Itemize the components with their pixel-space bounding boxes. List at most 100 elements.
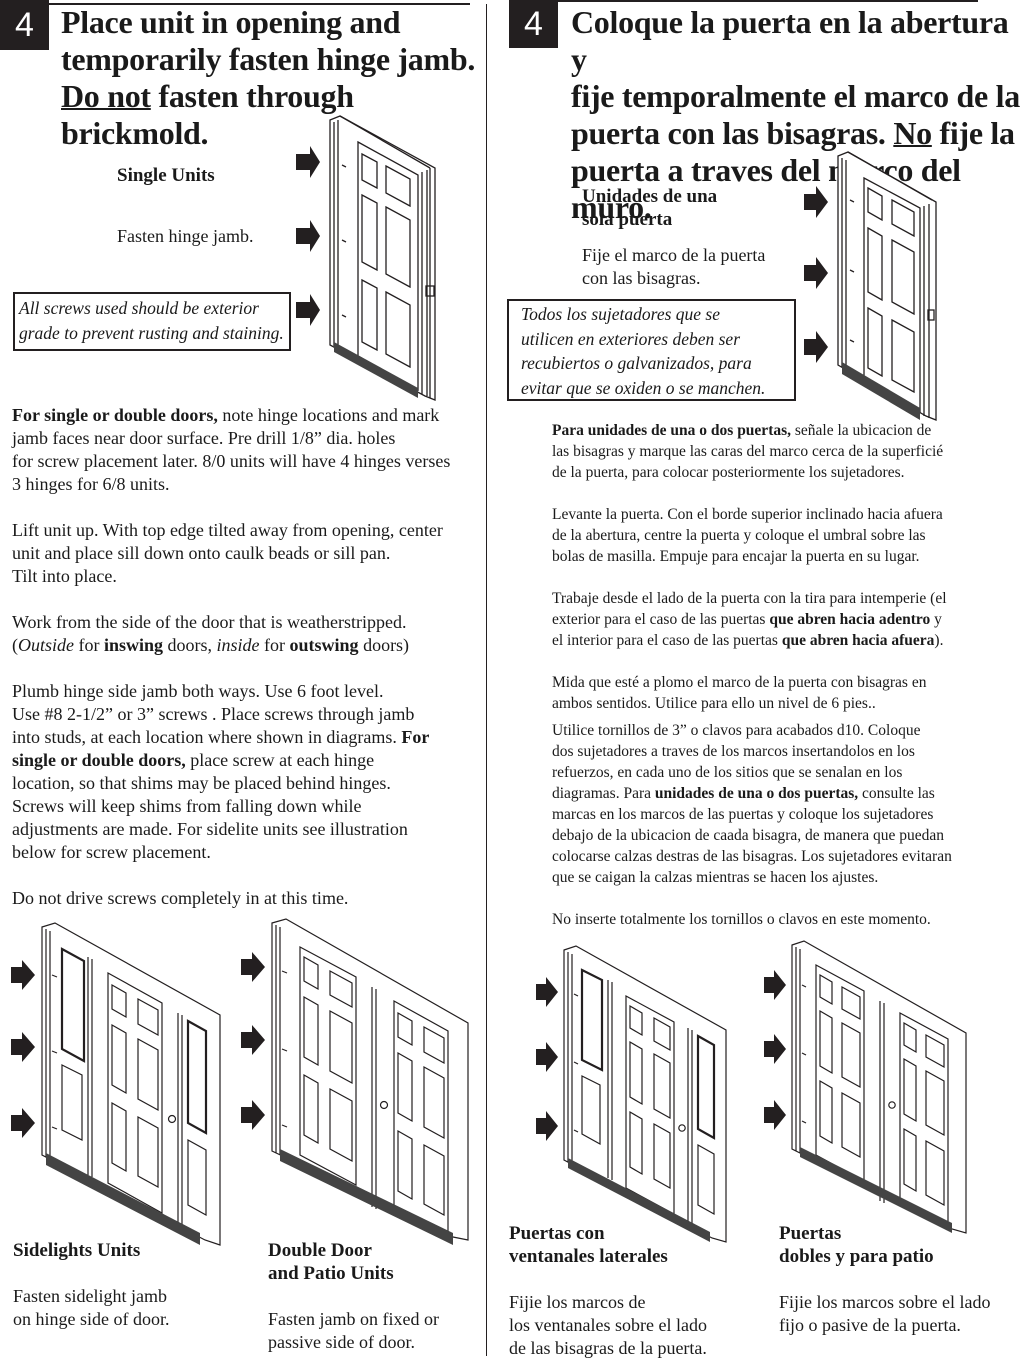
double-door-frame (271, 918, 469, 1242)
sidelights-instruction: Fasten sidelight jamb on hinge side of d… (13, 1285, 169, 1331)
paragraph-hinge-locations: Para unidades de una o dos puertas, seña… (552, 420, 992, 483)
single-door-illustration (296, 115, 436, 401)
paragraph-lift-unit: Levante la puerta. Con el borde superior… (552, 504, 992, 567)
text-line: de las bisagras de la puerta. (509, 1338, 707, 1358)
double-door-instruction: Fijie los marcos sobre el lado fijo o pa… (779, 1291, 990, 1337)
text: place screw at each hinge (185, 750, 375, 770)
text-line: for screw placement later. 8/0 units wil… (12, 451, 451, 471)
bold-phrase: que abren hacia adentro (769, 611, 931, 628)
arrow-icon (804, 186, 828, 218)
paragraph-lift-unit: Lift unit up. With top edge tilted away … (12, 519, 482, 588)
text-line: jamb faces near door surface. Pre drill … (12, 428, 396, 448)
bold-phrase: inswing (104, 635, 164, 655)
double-door-instruction: Fasten jamb on fixed or passive side of … (268, 1308, 439, 1354)
bold-phrase: For (401, 727, 430, 747)
arrow-icon (536, 1042, 558, 1072)
note-line: utilicen en exteriores deben ser (521, 328, 740, 349)
text: ). (934, 632, 944, 649)
sidelights-title: Sidelights Units (13, 1240, 141, 1261)
text-line: de la puerta, para colocar posteriorment… (552, 464, 905, 481)
text-line: Lift unit up. With top edge tilted away … (12, 520, 443, 540)
arrow-icon (296, 220, 320, 252)
arrow-icon (536, 977, 558, 1007)
text: for (74, 635, 104, 655)
bold-phrase: unidades de una o dos puertas, (654, 785, 859, 802)
text-line: single or double doors, place screw at e… (12, 749, 482, 772)
paragraph-plumb-screws: Plumb hinge side jamb both ways. Use 6 f… (12, 680, 482, 864)
text-line: Trabaje desde el lado de la puerta con l… (552, 590, 947, 607)
heading-line: Coloque la puerta en la abertura y (571, 4, 1009, 77)
text-line: refuerzos, en cada uno de los sitios que… (552, 764, 903, 781)
text-line: las bisagras y marque las caras del marc… (552, 443, 944, 460)
exterior-fasteners-note: Todos los sujetadores que se utilicen en… (507, 299, 796, 401)
arrow-icon (804, 331, 828, 363)
paragraph-do-not-drive: Do not drive screws completely in at thi… (12, 888, 349, 908)
arrow-icon (764, 1034, 786, 1064)
text: into studs, at each location where shown… (12, 727, 402, 747)
english-instructions: For single or double doors, note hinge l… (12, 404, 482, 910)
arrow-icon (804, 257, 828, 289)
text-line: Fije el marco de la puerta (582, 245, 766, 265)
note-line: Todos los sujetadores que se (521, 304, 720, 324)
heading-line: temporarily fasten hinge jamb. (61, 41, 476, 77)
heading-text: puerta con las bisagras. (571, 115, 894, 151)
note-line: All screws used should be exterior (19, 298, 259, 318)
title-line: Double Door (268, 1240, 372, 1261)
paragraph-plumb: Mida que esté a plomo el marco de la pue… (552, 672, 992, 714)
text-line: Levante la puerta. Con el borde superior… (552, 506, 943, 523)
double-door-illustration (764, 940, 967, 1234)
arrow-icon (11, 1032, 35, 1062)
no-emphasis: No (893, 115, 932, 151)
single-door-illustration (804, 151, 937, 421)
text-line: below for screw placement. (12, 842, 211, 862)
paragraph-weatherstrip: Trabaje desde el lado de la puerta con l… (552, 588, 992, 651)
sidelight-unit-illustration (11, 922, 221, 1246)
text: señale la ubicacion de (791, 422, 932, 439)
text-line: ambos sentidos. Utilice para ello un niv… (552, 695, 876, 712)
text-line: el interior para el caso de las puertas … (552, 630, 992, 651)
text-line: passive side of door. (268, 1332, 415, 1352)
text-line: on hinge side of door. (13, 1309, 170, 1329)
do-not-emphasis: Do not (61, 78, 151, 114)
paragraph-screws: Utilice tornillos de 3” o clavos para ac… (552, 720, 992, 888)
single-units-title: Single Units (117, 165, 215, 186)
title-line: sola puerta (582, 209, 673, 230)
heading-rule (558, 0, 978, 2)
note-line: grade to prevent rusting and staining. (19, 323, 284, 343)
title-line: Unidades de una (582, 186, 718, 207)
bold-phrase: For single or double doors, (12, 405, 218, 425)
text-line: Fijie los marcos de (509, 1292, 646, 1312)
step-number-badge: 4 (0, 0, 49, 50)
sidelight-frame (563, 945, 727, 1243)
single-units-instruction: Fije el marco de la puerta con las bisag… (582, 244, 765, 290)
italic-phrase: Outside (18, 635, 74, 655)
text: doors) (358, 635, 410, 655)
sidelight-frame (41, 922, 221, 1246)
single-units-title: Unidades de una sola puerta (582, 185, 717, 231)
text-line: de la abertura, centre la puerta y coloq… (552, 527, 926, 544)
single-units-instruction: Fasten hinge jamb. (117, 226, 254, 246)
title-line: dobles y para patio (779, 1246, 934, 1267)
arrow-icon (296, 294, 320, 326)
text-line: Tilt into place. (12, 566, 117, 586)
text-line: 3 hinges for 6/8 units. (12, 474, 170, 494)
text-line: Fijie los marcos sobre el lado (779, 1292, 991, 1312)
step-number-badge: 4 (509, 0, 558, 48)
paragraph-do-not-insert: No inserte totalmente los tornillos o cl… (552, 911, 931, 928)
bold-phrase: Para unidades de una o dos puertas, (552, 422, 792, 439)
text-line: (Outside for inswing doors, inside for o… (12, 634, 482, 657)
text-line: Plumb hinge side jamb both ways. Use 6 f… (12, 681, 384, 701)
text: doors, (163, 635, 217, 655)
text-line: into studs, at each location where shown… (12, 726, 482, 749)
title-line: Puertas (779, 1223, 842, 1244)
text-line: fijo o pasive de la puerta. (779, 1315, 961, 1335)
text: el interior para el caso de las puertas (552, 632, 782, 649)
text-line: Fasten jamb on fixed or (268, 1309, 439, 1329)
text-line: Fasten sidelight jamb (13, 1286, 167, 1306)
title-line: and Patio Units (268, 1263, 394, 1284)
note-line: evitar que se oxiden o se manchen. (521, 377, 766, 398)
text-line: bolas de masilla. Empuje para encajar la… (552, 548, 920, 565)
paragraph-weatherstrip: Work from the side of the door that is w… (12, 611, 482, 657)
text-line: debajo de la ubicacion de caada bisagra,… (552, 827, 945, 844)
arrow-icon (241, 952, 265, 982)
